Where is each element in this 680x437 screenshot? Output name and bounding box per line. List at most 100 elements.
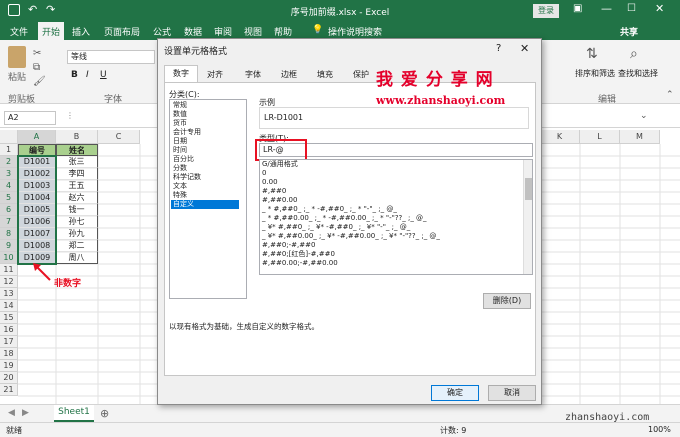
maximize-icon[interactable]: ☐ xyxy=(627,3,636,14)
column-header-m[interactable]: M xyxy=(620,130,660,144)
name-box[interactable]: A2 xyxy=(4,111,56,125)
select-all-corner[interactable] xyxy=(0,130,18,144)
category-item[interactable]: 日期 xyxy=(171,137,239,146)
category-item[interactable]: 分数 xyxy=(171,164,239,173)
column-header-k[interactable]: K xyxy=(540,130,580,144)
dialog-help-button[interactable]: ? xyxy=(496,43,501,54)
column-header-c[interactable]: C xyxy=(98,130,140,144)
row-header[interactable]: 2 xyxy=(0,156,18,168)
row-header[interactable]: 1 xyxy=(0,144,18,156)
name-cell[interactable]: 孙七 xyxy=(56,216,98,228)
find-select-label[interactable]: 查找和选择 xyxy=(618,68,658,79)
format-item[interactable]: #,##0.00;-#,##0.00 xyxy=(262,259,338,268)
category-item[interactable]: 会计专用 xyxy=(171,128,239,137)
name-cell[interactable]: 王五 xyxy=(56,180,98,192)
column-header-l[interactable]: L xyxy=(580,130,620,144)
format-item[interactable]: _ * #,##0_ ;_ * -#,##0_ ;_ * "-"_ ;_ @_ xyxy=(262,205,397,214)
row-header[interactable]: 16 xyxy=(0,324,18,336)
name-cell[interactable]: 李四 xyxy=(56,168,98,180)
tab-formulas[interactable]: 公式 xyxy=(153,25,171,38)
format-item[interactable]: _ * #,##0.00_ ;_ * -#,##0.00_ ;_ * "-"??… xyxy=(262,214,427,223)
dialog-tab-font[interactable]: 字体 xyxy=(236,67,270,82)
tab-home[interactable]: 开始 xyxy=(38,22,65,40)
tab-review[interactable]: 审阅 xyxy=(214,25,232,38)
format-item[interactable]: #,##0;[红色]-#,##0 xyxy=(262,250,335,259)
format-item[interactable]: _ ¥* #,##0.00_ ;_ ¥* -#,##0.00_ ;_ ¥* "-… xyxy=(262,232,440,241)
sort-filter-icon[interactable]: ⇅ xyxy=(586,46,598,62)
format-list[interactable]: G/通用格式 0 0.00 #,##0 #,##0.00 _ * #,##0_ … xyxy=(259,159,533,275)
format-list-scrollbar[interactable] xyxy=(523,160,532,274)
row-header[interactable]: 20 xyxy=(0,372,18,384)
column-header-a[interactable]: A xyxy=(18,130,56,144)
name-cell[interactable]: 赵六 xyxy=(56,192,98,204)
collapse-ribbon-icon[interactable]: ⌃ xyxy=(666,90,674,100)
dialog-tab-number[interactable]: 数字 xyxy=(164,65,198,82)
header-cell-name[interactable]: 姓名 xyxy=(56,144,98,156)
category-item[interactable]: 文本 xyxy=(171,182,239,191)
format-item[interactable]: G/通用格式 xyxy=(262,160,298,169)
tab-data[interactable]: 数据 xyxy=(184,25,202,38)
category-item[interactable]: 百分比 xyxy=(171,155,239,164)
delete-button[interactable]: 删除(D) xyxy=(483,293,531,309)
row-header[interactable]: 19 xyxy=(0,360,18,372)
category-item[interactable]: 数值 xyxy=(171,110,239,119)
tell-me-search[interactable]: 操作说明搜索 xyxy=(328,25,382,38)
cut-icon[interactable]: ✂ xyxy=(33,48,41,59)
expand-formula-icon[interactable]: ⌄ xyxy=(640,111,648,121)
format-item[interactable]: #,##0;-#,##0 xyxy=(262,241,315,250)
category-item[interactable]: 科学记数 xyxy=(171,173,239,182)
row-header[interactable]: 15 xyxy=(0,312,18,324)
row-header[interactable]: 3 xyxy=(0,168,18,180)
name-cell[interactable]: 孙九 xyxy=(56,228,98,240)
tab-view[interactable]: 视图 xyxy=(244,25,262,38)
row-header[interactable]: 18 xyxy=(0,348,18,360)
cancel-button[interactable]: 取消 xyxy=(488,385,536,401)
category-item[interactable]: 常规 xyxy=(171,101,239,110)
bold-button[interactable]: B xyxy=(71,70,78,80)
row-header[interactable]: 8 xyxy=(0,228,18,240)
dialog-tab-fill[interactable]: 填充 xyxy=(308,67,342,82)
format-item[interactable]: 0 xyxy=(262,169,266,178)
paste-icon[interactable] xyxy=(8,46,26,68)
name-cell[interactable]: 张三 xyxy=(56,156,98,168)
row-header[interactable]: 6 xyxy=(0,204,18,216)
italic-button[interactable]: I xyxy=(86,70,89,80)
tab-help[interactable]: 帮助 xyxy=(274,25,292,38)
dialog-tab-border[interactable]: 边框 xyxy=(272,67,306,82)
add-sheet-icon[interactable]: ⊕ xyxy=(100,407,109,420)
row-header[interactable]: 10 xyxy=(0,252,18,264)
sheet-tab-sheet1[interactable]: Sheet1 xyxy=(54,405,94,422)
row-header[interactable]: 17 xyxy=(0,336,18,348)
zoom-level[interactable]: 100% xyxy=(648,425,671,434)
category-item[interactable]: 特殊 xyxy=(171,191,239,200)
row-header[interactable]: 11 xyxy=(0,264,18,276)
font-name-select[interactable]: 等线 xyxy=(67,50,155,64)
category-item[interactable]: 货币 xyxy=(171,119,239,128)
format-item[interactable]: #,##0.00 xyxy=(262,196,297,205)
next-sheet-icon[interactable]: ▶ xyxy=(22,408,29,418)
dialog-tab-protection[interactable]: 保护 xyxy=(344,67,378,82)
prev-sheet-icon[interactable]: ◀ xyxy=(8,408,15,418)
name-cell[interactable]: 钱一 xyxy=(56,204,98,216)
ribbon-display-icon[interactable]: ▣ xyxy=(573,3,582,14)
row-header[interactable]: 21 xyxy=(0,384,18,396)
close-icon[interactable]: ✕ xyxy=(655,2,664,15)
scrollbar-thumb[interactable] xyxy=(525,178,532,200)
row-header[interactable]: 13 xyxy=(0,288,18,300)
minimize-icon[interactable]: — xyxy=(601,2,612,15)
login-button[interactable]: 登录 xyxy=(533,4,559,18)
row-header[interactable]: 9 xyxy=(0,240,18,252)
find-select-icon[interactable]: ⌕ xyxy=(630,46,638,62)
share-button[interactable]: 共享 xyxy=(620,25,638,38)
category-list[interactable]: 常规 数值 货币 会计专用 日期 时间 百分比 分数 科学记数 文本 特殊 自定… xyxy=(169,99,247,299)
row-header[interactable]: 14 xyxy=(0,300,18,312)
tab-insert[interactable]: 插入 xyxy=(72,25,90,38)
format-painter-icon[interactable]: 🖌 xyxy=(33,76,46,87)
name-cell[interactable]: 郑二 xyxy=(56,240,98,252)
underline-button[interactable]: U xyxy=(100,70,107,80)
sort-filter-label[interactable]: 排序和筛选 xyxy=(575,68,615,79)
tab-page-layout[interactable]: 页面布局 xyxy=(104,25,140,38)
dialog-tab-alignment[interactable]: 对齐 xyxy=(198,67,232,82)
ok-button[interactable]: 确定 xyxy=(431,385,479,401)
column-header-b[interactable]: B xyxy=(56,130,98,144)
